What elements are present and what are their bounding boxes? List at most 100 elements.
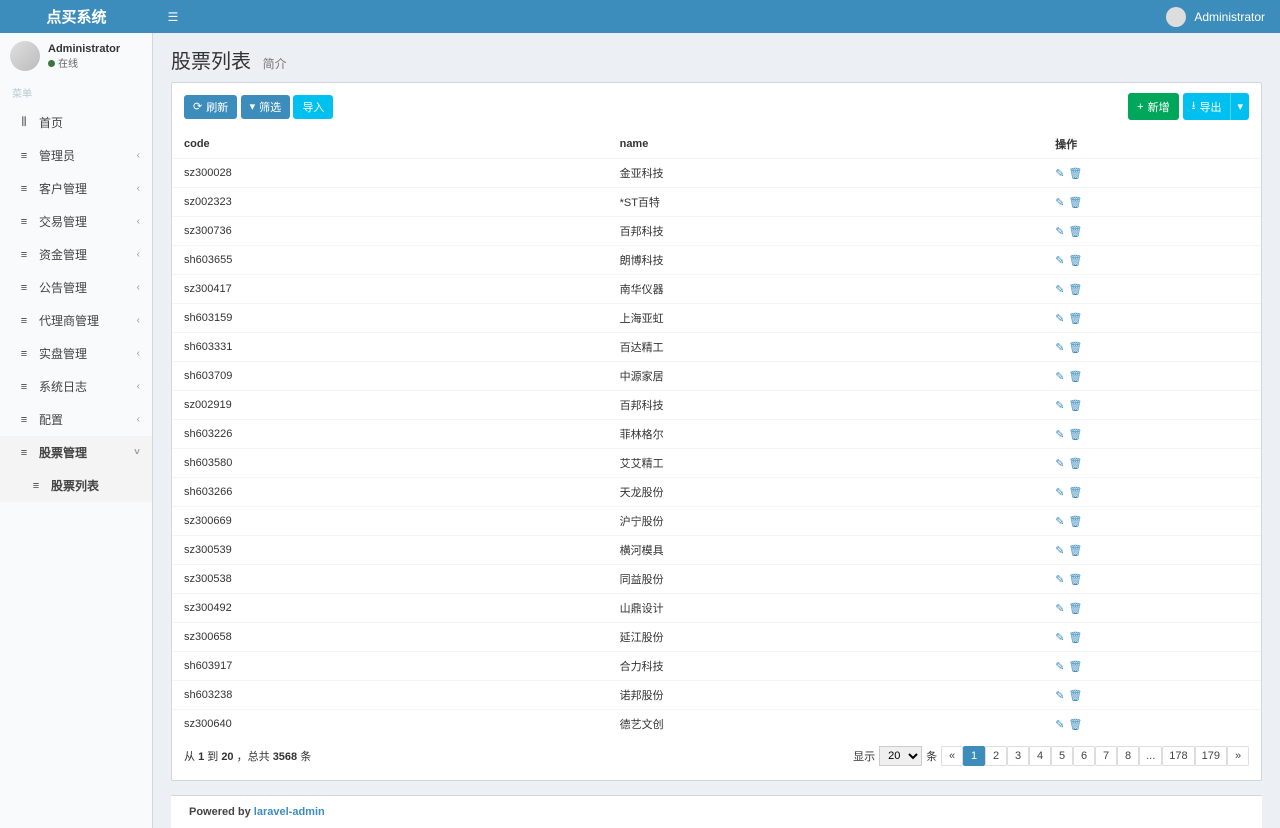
page-2[interactable]: 2 <box>985 746 1007 766</box>
cell-actions: ✎🗑 <box>1043 507 1261 536</box>
cell-actions: ✎🗑 <box>1043 594 1261 623</box>
sidebar-toggle-icon[interactable]: ☰ <box>153 10 193 24</box>
sidebar-item-stock[interactable]: ≡股票管理˅ <box>0 436 152 469</box>
page-7[interactable]: 7 <box>1095 746 1117 766</box>
cell-actions: ✎🗑 <box>1043 710 1261 739</box>
edit-icon: ✎ <box>1055 371 1064 383</box>
sidebar-item-syslog[interactable]: ≡系统日志‹ <box>0 370 152 403</box>
export-dropdown-toggle[interactable]: ▾ <box>1230 93 1249 120</box>
edit-button[interactable]: ✎ <box>1055 284 1064 296</box>
refresh-button[interactable]: ⟳刷新 <box>184 95 237 119</box>
sidebar-item-real[interactable]: ≡实盘管理‹ <box>0 337 152 370</box>
add-button[interactable]: +新增 <box>1128 93 1178 120</box>
edit-button[interactable]: ✎ <box>1055 429 1064 441</box>
delete-button[interactable]: 🗑 <box>1068 429 1082 441</box>
table-row: sz300640德艺文创✎🗑 <box>172 710 1261 739</box>
sidebar-item-agent[interactable]: ≡代理商管理‹ <box>0 304 152 337</box>
edit-button[interactable]: ✎ <box>1055 661 1064 673</box>
edit-button[interactable]: ✎ <box>1055 487 1064 499</box>
edit-button[interactable]: ✎ <box>1055 197 1064 209</box>
page-178[interactable]: 178 <box>1162 746 1194 766</box>
delete-button[interactable]: 🗑 <box>1068 342 1082 354</box>
delete-button[interactable]: 🗑 <box>1068 313 1082 325</box>
user-status: 在线 <box>48 55 120 70</box>
footer-link[interactable]: laravel-admin <box>254 806 325 818</box>
delete-button[interactable]: 🗑 <box>1068 458 1082 470</box>
export-button[interactable]: ⭳导出 <box>1183 93 1231 120</box>
sidebar-item-stock-list[interactable]: ≡股票列表 <box>0 469 152 502</box>
delete-button[interactable]: 🗑 <box>1068 661 1082 673</box>
edit-button[interactable]: ✎ <box>1055 226 1064 238</box>
sidebar-username: Administrator <box>48 43 120 55</box>
cell-name: 上海亚虹 <box>608 304 1044 333</box>
list-icon: ≡ <box>15 447 33 459</box>
edit-button[interactable]: ✎ <box>1055 313 1064 325</box>
table-row: sh603238诺邦股份✎🗑 <box>172 681 1261 710</box>
trash-icon: 🗑 <box>1068 371 1082 383</box>
delete-button[interactable]: 🗑 <box>1068 487 1082 499</box>
delete-button[interactable]: 🗑 <box>1068 255 1082 267</box>
edit-button[interactable]: ✎ <box>1055 690 1064 702</box>
page-5[interactable]: 5 <box>1051 746 1073 766</box>
delete-button[interactable]: 🗑 <box>1068 690 1082 702</box>
cell-actions: ✎🗑 <box>1043 275 1261 304</box>
edit-button[interactable]: ✎ <box>1055 458 1064 470</box>
delete-button[interactable]: 🗑 <box>1068 603 1082 615</box>
edit-button[interactable]: ✎ <box>1055 342 1064 354</box>
delete-button[interactable]: 🗑 <box>1068 719 1082 731</box>
page-prev[interactable]: « <box>941 746 963 766</box>
filter-button[interactable]: ▾筛选 <box>241 95 291 119</box>
page-4[interactable]: 4 <box>1029 746 1051 766</box>
delete-button[interactable]: 🗑 <box>1068 226 1082 238</box>
trash-icon: 🗑 <box>1068 168 1082 180</box>
header-user-menu[interactable]: Administrator <box>1166 7 1280 27</box>
list-icon: ≡ <box>15 249 33 261</box>
table-row: sz300417南华仪器✎🗑 <box>172 275 1261 304</box>
edit-button[interactable]: ✎ <box>1055 603 1064 615</box>
sidebar-item-admin[interactable]: ≡管理员‹ <box>0 139 152 172</box>
edit-button[interactable]: ✎ <box>1055 574 1064 586</box>
list-icon: ≡ <box>15 216 33 228</box>
edit-button[interactable]: ✎ <box>1055 371 1064 383</box>
sidebar-item-config[interactable]: ≡配置‹ <box>0 403 152 436</box>
edit-button[interactable]: ✎ <box>1055 255 1064 267</box>
delete-button[interactable]: 🗑 <box>1068 371 1082 383</box>
edit-button[interactable]: ✎ <box>1055 632 1064 644</box>
delete-button[interactable]: 🗑 <box>1068 400 1082 412</box>
import-button[interactable]: 导入 <box>293 95 333 119</box>
per-page-select[interactable]: 20 <box>879 746 922 766</box>
chevron-left-icon: ‹ <box>137 381 140 392</box>
delete-button[interactable]: 🗑 <box>1068 632 1082 644</box>
edit-button[interactable]: ✎ <box>1055 516 1064 528</box>
trash-icon: 🗑 <box>1068 574 1082 586</box>
page-179[interactable]: 179 <box>1195 746 1227 766</box>
table-row: sz300658延江股份✎🗑 <box>172 623 1261 652</box>
edit-button[interactable]: ✎ <box>1055 719 1064 731</box>
sidebar-item-notice[interactable]: ≡公告管理‹ <box>0 271 152 304</box>
unit-label: 条 <box>926 748 937 764</box>
sidebar-item-customer[interactable]: ≡客户管理‹ <box>0 172 152 205</box>
edit-button[interactable]: ✎ <box>1055 545 1064 557</box>
delete-button[interactable]: 🗑 <box>1068 545 1082 557</box>
page-8[interactable]: 8 <box>1117 746 1139 766</box>
cell-name: 百邦科技 <box>608 217 1044 246</box>
sidebar-item-fund[interactable]: ≡资金管理‹ <box>0 238 152 271</box>
sidebar-item-home[interactable]: ⫼首页 <box>0 106 152 139</box>
page-1[interactable]: 1 <box>963 746 985 766</box>
user-panel: Administrator 在线 <box>0 33 152 79</box>
edit-button[interactable]: ✎ <box>1055 400 1064 412</box>
cell-code: sh603917 <box>172 652 608 681</box>
delete-button[interactable]: 🗑 <box>1068 516 1082 528</box>
sidebar-item-trade[interactable]: ≡交易管理‹ <box>0 205 152 238</box>
page-6[interactable]: 6 <box>1073 746 1095 766</box>
page-3[interactable]: 3 <box>1007 746 1029 766</box>
delete-button[interactable]: 🗑 <box>1068 284 1082 296</box>
edit-button[interactable]: ✎ <box>1055 168 1064 180</box>
stock-table: code name 操作 sz300028金亚科技✎🗑sz002323*ST百特… <box>172 130 1261 738</box>
page-next[interactable]: » <box>1227 746 1249 766</box>
cell-code: sz300028 <box>172 159 608 188</box>
delete-button[interactable]: 🗑 <box>1068 197 1082 209</box>
trash-icon: 🗑 <box>1068 603 1082 615</box>
delete-button[interactable]: 🗑 <box>1068 168 1082 180</box>
delete-button[interactable]: 🗑 <box>1068 574 1082 586</box>
